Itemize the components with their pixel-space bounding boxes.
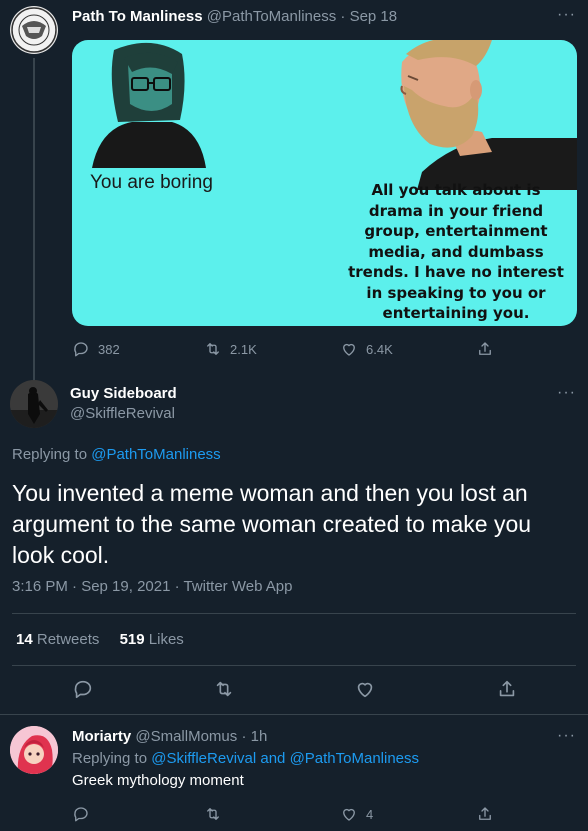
share-icon	[479, 807, 491, 820]
replying-to-link[interactable]: @SkiffleRevival and @PathToManliness	[151, 750, 419, 767]
dot-separator: ·	[241, 728, 247, 745]
tweet2-replying-to: Replying to @PathToManliness	[12, 446, 221, 463]
like-button[interactable]: 6.4K	[340, 340, 393, 358]
tweet2-action-bar	[0, 678, 588, 704]
share-icon[interactable]	[496, 678, 518, 700]
tweet2-display-name[interactable]: Guy Sideboard	[70, 385, 177, 402]
meme-right-caption: All you talk about is drama in your frie…	[348, 181, 564, 322]
retweets-label: Retweets	[36, 631, 100, 648]
retweet-icon[interactable]	[213, 678, 235, 700]
tweet1-display-name[interactable]: Path To Manliness	[72, 8, 203, 25]
reply-count: 382	[98, 341, 120, 357]
likes-label: Likes	[148, 631, 184, 648]
avatar-illustration	[10, 726, 58, 774]
reply-icon	[74, 807, 88, 822]
avatar-moriarty[interactable]	[10, 726, 58, 774]
avatar-guy-sideboard[interactable]	[10, 380, 58, 428]
like-count: 4	[366, 806, 374, 822]
reply-icon	[74, 342, 88, 357]
tweet3-header: Moriarty @SmallMomus · 1h	[72, 728, 267, 745]
likes-count: 519	[119, 631, 145, 648]
reply-button[interactable]: 382	[72, 340, 120, 358]
tweet3-action-bar: 4	[72, 805, 512, 825]
emblem-icon	[11, 7, 57, 53]
retweet-icon	[207, 808, 219, 820]
reply-button[interactable]	[72, 805, 90, 823]
share-button[interactable]	[476, 340, 494, 358]
tweet3-text: Greek mythology moment	[72, 772, 244, 789]
tweet2-handle[interactable]: @SkiffleRevival	[70, 405, 175, 422]
divider	[0, 714, 588, 715]
replying-to-label: Replying to	[72, 750, 148, 767]
avatar-photo	[10, 380, 58, 428]
share-icon	[479, 342, 491, 355]
tweet2-stats: 14 Retweets 519 Likes	[16, 631, 184, 648]
reply-icon[interactable]	[72, 678, 94, 700]
retweet-button[interactable]: 2.1K	[204, 340, 257, 358]
retweet-count: 2.1K	[230, 341, 257, 357]
replying-to-link[interactable]: @PathToManliness	[91, 446, 220, 463]
tweet3-display-name[interactable]: Moriarty	[72, 728, 131, 745]
tweet3-time[interactable]: 1h	[251, 728, 268, 745]
tweet1-date[interactable]: Sep 18	[350, 8, 398, 25]
tweet1-handle[interactable]: @PathToManliness	[207, 8, 336, 25]
tweet2-timestamp[interactable]: 3:16 PM · Sep 19, 2021 · Twitter Web App	[12, 578, 292, 595]
more-icon[interactable]: ···	[557, 6, 576, 24]
like-icon	[343, 343, 355, 356]
thread-line	[33, 58, 35, 380]
like-icon	[343, 808, 355, 821]
meme-left-caption: You are boring	[90, 172, 213, 193]
more-icon[interactable]: ···	[557, 384, 576, 402]
tweet2-text: You invented a meme woman and then you l…	[12, 480, 532, 568]
divider	[12, 613, 576, 614]
tweet1-action-bar: 382 2.1K 6.4K	[72, 340, 512, 360]
tweet1-header: Path To Manliness @PathToManliness · Sep…	[72, 8, 397, 25]
replying-to-label: Replying to	[12, 446, 88, 463]
retweets-stat[interactable]: 14 Retweets	[16, 631, 99, 648]
divider	[12, 665, 576, 666]
dot-separator: ·	[340, 8, 346, 25]
tweet3-replying-to: Replying to @SkiffleRevival and @PathToM…	[72, 750, 419, 767]
likes-stat[interactable]: 519 Likes	[120, 631, 184, 648]
avatar-path-to-manliness[interactable]	[10, 6, 58, 54]
like-button[interactable]: 4	[340, 805, 373, 823]
retweet-icon	[207, 343, 219, 355]
like-count: 6.4K	[366, 341, 393, 357]
share-button[interactable]	[476, 805, 494, 823]
retweets-count: 14	[16, 631, 33, 648]
tweet3-handle[interactable]: @SmallMomus	[135, 728, 237, 745]
retweet-button[interactable]	[204, 805, 222, 823]
tweet1-meme-image[interactable]: You are boring All you talk about is dra…	[72, 40, 577, 326]
like-icon[interactable]	[354, 678, 376, 700]
more-icon[interactable]: ···	[557, 727, 576, 745]
